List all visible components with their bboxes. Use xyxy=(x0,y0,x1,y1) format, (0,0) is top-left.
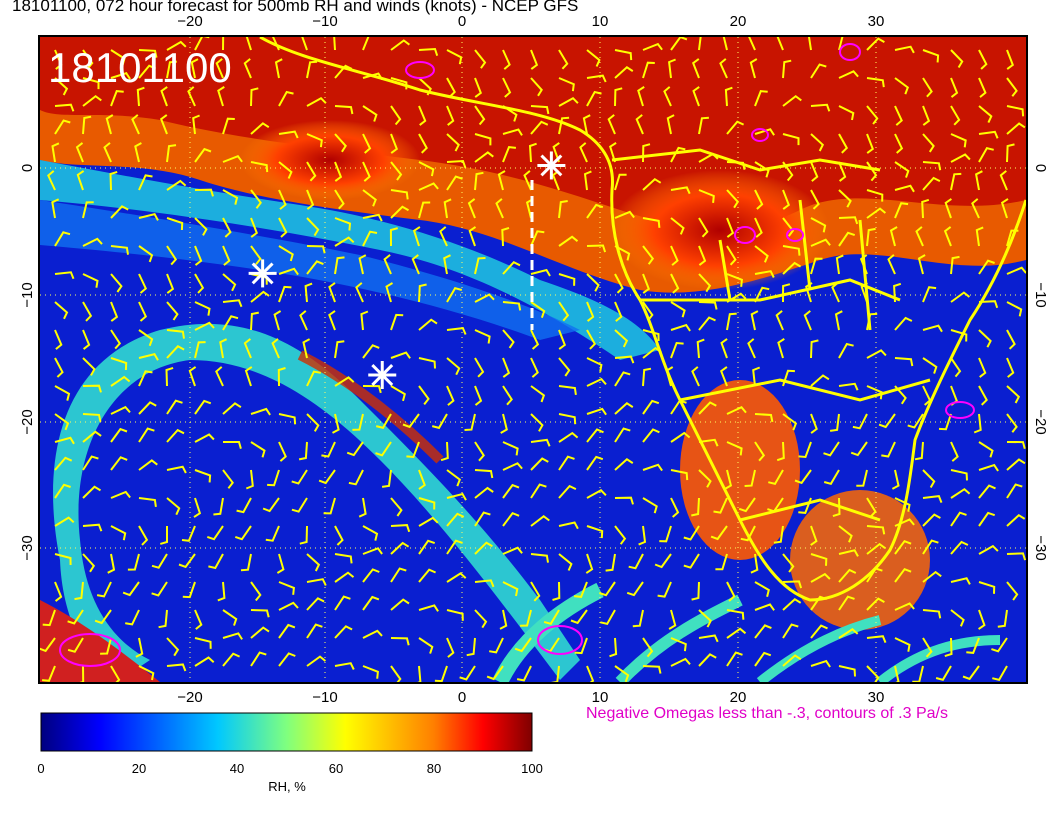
lon-tick-label: 10 xyxy=(592,13,609,30)
lon-tick-label: −20 xyxy=(177,13,202,30)
lat-tick-label: −30 xyxy=(19,535,36,560)
lat-tick-label: 0 xyxy=(1032,164,1049,172)
lat-tick-label: 0 xyxy=(19,164,36,172)
colorbar-label: RH, % xyxy=(268,779,306,794)
lat-tick-label: −10 xyxy=(1032,282,1049,307)
lon-tick-label: 30 xyxy=(868,13,885,30)
colorbar-tick: 80 xyxy=(427,761,441,776)
left-lat-labels: 0 −10 −20 −30 xyxy=(19,164,36,561)
lat-tick-label: −20 xyxy=(1032,409,1049,434)
lon-tick-label: −10 xyxy=(312,13,337,30)
top-lon-labels: −20 −10 0 10 20 30 xyxy=(177,13,884,30)
lat-tick-label: −10 xyxy=(19,282,36,307)
lat-tick-label: −20 xyxy=(19,409,36,434)
lat-tick-label: −30 xyxy=(1032,535,1049,560)
colorbar-tick: 40 xyxy=(230,761,244,776)
forecast-map: 18101100 −20 −10 0 10 20 30 −20 −10 0 10… xyxy=(19,13,1049,794)
lon-tick-label: −20 xyxy=(177,689,202,706)
colorbar-tick: 60 xyxy=(329,761,343,776)
omega-note: Negative Omegas less than -.3, contours … xyxy=(586,705,948,722)
date-stamp: 18101100 xyxy=(48,44,232,91)
lon-tick-label: 20 xyxy=(730,689,747,706)
lon-tick-label: 10 xyxy=(592,689,609,706)
star-marker xyxy=(537,151,566,180)
right-lat-labels: 0 −10 −20 −30 xyxy=(1032,164,1049,561)
colorbar-tick: 20 xyxy=(132,761,146,776)
lon-tick-label: 0 xyxy=(458,689,466,706)
lon-tick-label: −10 xyxy=(312,689,337,706)
lon-tick-label: 0 xyxy=(458,13,466,30)
colorbar: 0 20 40 60 80 100 RH, % xyxy=(37,712,543,794)
star-marker xyxy=(368,361,397,390)
colorbar-tick: 0 xyxy=(37,761,44,776)
lon-tick-label: 30 xyxy=(868,689,885,706)
lon-tick-label: 20 xyxy=(730,13,747,30)
colorbar-tick: 100 xyxy=(521,761,543,776)
star-marker xyxy=(248,259,277,288)
bottom-lon-labels: −20 −10 0 10 20 30 xyxy=(177,689,884,706)
